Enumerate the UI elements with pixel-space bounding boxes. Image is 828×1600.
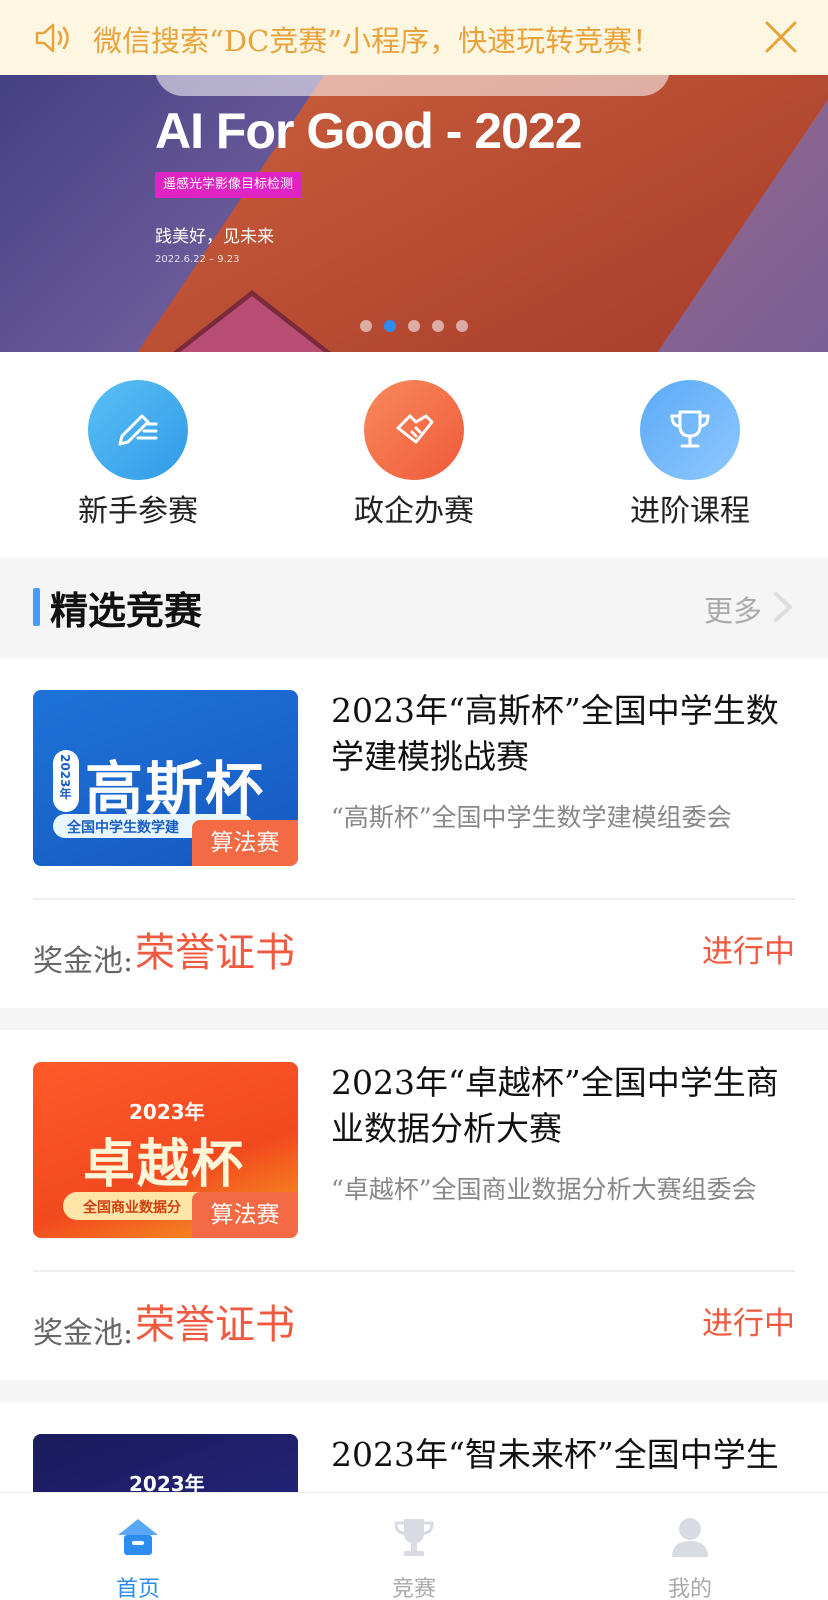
competition-organizer: “卓越杯”全国商业数据分析大赛组委会 [331,1175,757,1204]
competition-cover: 2023年 高斯杯 全国中学生数学建 算法赛 [33,690,298,866]
banner-tag: 遥感光学影像目标检测 [155,172,302,198]
competition-title[interactable]: 2023年“高斯杯”全国中学生数学建模挑战赛 [331,688,801,780]
cover-subtitle: 全国中学生数学建 [67,820,179,836]
home-icon [118,1519,158,1555]
user-icon [672,1518,708,1557]
competition-title[interactable]: 2023年“卓越杯”全国中学生商业数据分析大赛 [331,1060,801,1152]
notice-bar: 微信搜索“DC竞赛”小程序，快速玩转竞赛！ [0,0,828,75]
category-badge: 算法赛 [192,1192,298,1238]
carousel-dot-active[interactable] [384,320,396,332]
prize-value: 荣誉证书 [135,930,295,976]
speaker-icon [35,23,69,53]
trophy-icon [394,1519,434,1556]
tab-profile[interactable]: 我的 [590,1493,790,1600]
trophy-icon [640,380,740,480]
pencil-list-icon [88,380,188,480]
quick-entry-enterprise[interactable]: 政企办赛 [314,380,514,530]
category-badge: 算法赛 [192,820,298,866]
quick-entry-beginner[interactable]: 新手参赛 [38,380,238,530]
section-header: 精选竞赛 更多 [0,558,828,658]
quick-entry-courses[interactable]: 进阶课程 [590,380,790,530]
banner-decoration [170,296,334,352]
tab-home[interactable]: 首页 [38,1493,238,1600]
divider [33,898,795,900]
divider [33,1270,795,1272]
tab-label: 首页 [115,1577,160,1600]
tab-competitions[interactable]: 竞赛 [314,1493,514,1600]
carousel-dot[interactable] [432,320,444,332]
bottom-tab-bar: 首页 竞赛 我的 [0,1492,828,1600]
carousel-dot[interactable] [456,320,468,332]
prize-label: 奖金池: [33,1316,134,1351]
competition-organizer: “高斯杯”全国中学生数学建模组委会 [331,803,732,832]
competition-title[interactable]: 2023年“智未来杯”全国中学生 [331,1432,801,1492]
quick-entry-panel: 新手参赛 政企办赛 进阶课程 [0,352,828,558]
tab-label: 竞赛 [391,1577,436,1600]
cover-name: 卓越杯 [83,1135,246,1195]
cover-subtitle: 全国商业数据分 [83,1200,181,1216]
cover-year: 2023年 [58,754,72,800]
quick-entry-label: 政企办赛 [354,494,474,529]
quick-entry-label: 新手参赛 [78,494,198,529]
prize-value: 荣誉证书 [135,1302,295,1348]
carousel-dot[interactable] [408,320,420,332]
notice-text: 微信搜索“DC竞赛”小程序，快速玩转竞赛！ [93,24,662,58]
chevron-right-icon[interactable] [772,590,796,624]
competition-card[interactable]: 2023年 卓越杯 全国商业数据分 算法赛 2023年“卓越杯”全国中学生商业数… [0,1030,828,1380]
status-badge: 进行中 [702,934,795,970]
banner-title: AI For Good - 2022 [155,103,583,159]
close-icon[interactable] [764,20,798,54]
competition-cover: 2023年 卓越杯 全国商业数据分 算法赛 [33,1062,298,1238]
carousel-indicator[interactable] [360,320,468,332]
prize-label: 奖金池: [33,944,134,979]
status-badge: 进行中 [702,1306,795,1342]
section-title: 精选竞赛 [50,588,203,633]
quick-entry-label: 进阶课程 [630,494,750,529]
section-accent-bar [33,588,40,626]
competition-card[interactable]: 2023年 高斯杯 全国中学生数学建 算法赛 2023年“高斯杯”全国中学生数学… [0,658,828,1008]
handshake-icon [364,380,464,480]
carousel-dot[interactable] [360,320,372,332]
banner-date: 2022.6.22 – 9.23 [155,254,240,265]
banner-slogan: 践美好，见未来 [155,227,274,247]
tab-label: 我的 [667,1577,712,1600]
more-link[interactable]: 更多 [704,588,762,630]
cover-year: 2023年 [129,1100,205,1124]
